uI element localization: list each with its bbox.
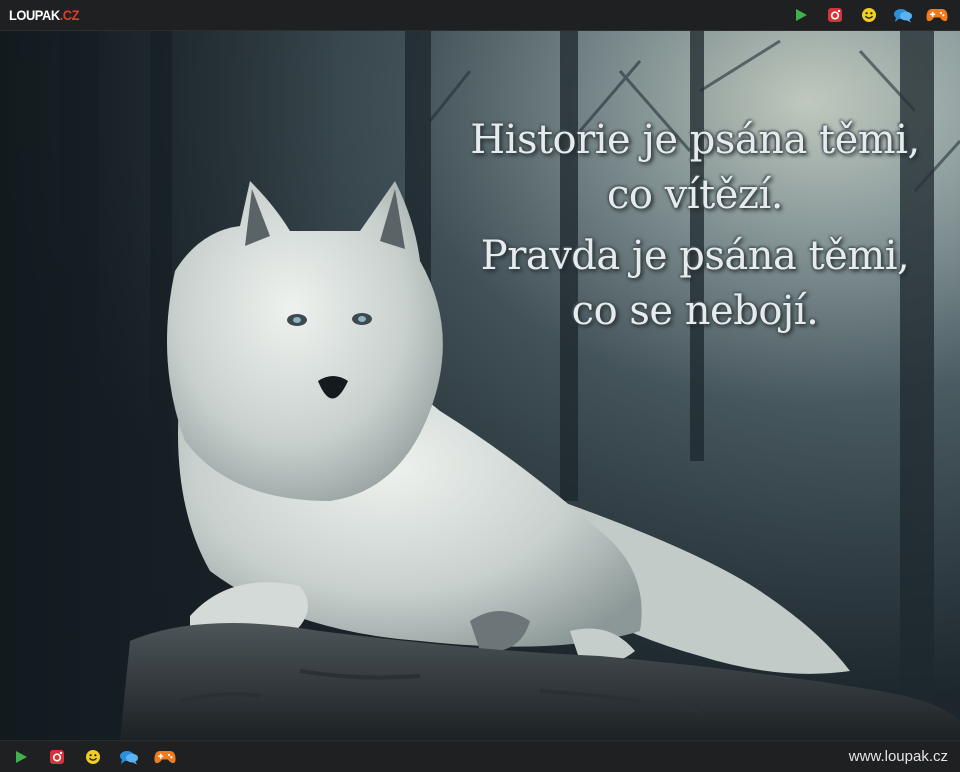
quote-line: Historie je psána těmi, xyxy=(470,117,920,163)
bottom-icon-nav xyxy=(10,748,176,766)
instagram-icon[interactable] xyxy=(824,6,846,24)
quote-line: co se nebojí. xyxy=(571,288,819,334)
smiley-icon[interactable] xyxy=(82,748,104,766)
gamepad-icon[interactable] xyxy=(154,748,176,766)
play-icon[interactable] xyxy=(790,6,812,24)
top-bar: LOUPAK.CZ xyxy=(0,0,960,31)
bottom-bar: www.loupak.cz xyxy=(0,740,960,772)
quote-line: co vítězí. xyxy=(607,172,783,218)
meme-image: Historie je psána těmi, co vítězí. Pravd… xyxy=(0,31,960,740)
play-icon[interactable] xyxy=(10,748,32,766)
quote-text: Historie je psána těmi, co vítězí. Pravd… xyxy=(430,113,960,339)
gamepad-icon[interactable] xyxy=(926,6,948,24)
smiley-icon[interactable] xyxy=(858,6,880,24)
top-icon-nav xyxy=(790,6,948,24)
logo-tld-text: .CZ xyxy=(59,7,80,23)
site-url[interactable]: www.loupak.cz xyxy=(849,748,948,765)
quote-line: Pravda je psána těmi, xyxy=(480,233,910,279)
instagram-icon[interactable] xyxy=(46,748,68,766)
chat-icon[interactable] xyxy=(118,748,140,766)
site-logo[interactable]: LOUPAK.CZ xyxy=(9,7,80,23)
chat-icon[interactable] xyxy=(892,6,914,24)
logo-main-text: LOUPAK xyxy=(9,7,60,23)
